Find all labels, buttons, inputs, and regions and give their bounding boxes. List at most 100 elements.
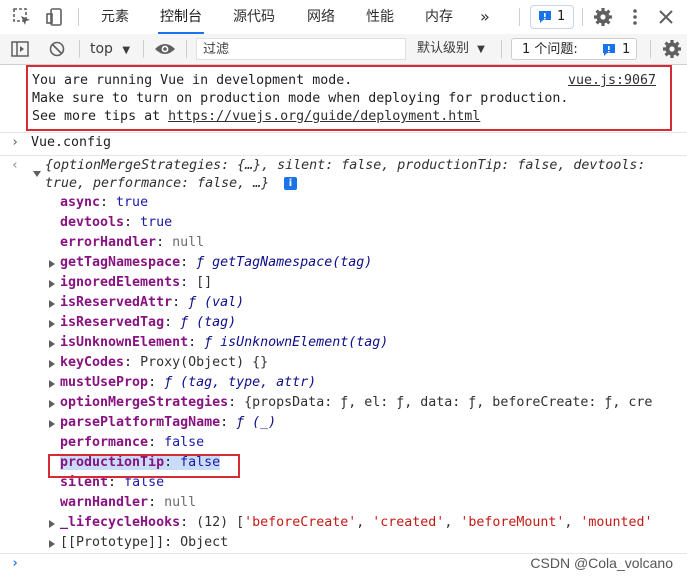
row-divider (0, 553, 687, 554)
log-level-dropdown[interactable]: 默认级别 ▼ (417, 38, 485, 60)
context-selector-label: top (90, 41, 113, 57)
message-source-link[interactable]: vue.js:9067 (568, 73, 656, 88)
expand-triangle-icon[interactable] (49, 260, 55, 268)
clear-console-icon[interactable] (49, 41, 65, 57)
property-row[interactable]: [[Prototype]]: Object (60, 535, 228, 550)
collapse-triangle-icon[interactable] (33, 171, 41, 177)
property-value: ƒ (tag) (180, 315, 237, 330)
expand-triangle-icon[interactable] (49, 420, 55, 428)
production-tip-highlight-box (48, 454, 240, 478)
tab-memory[interactable]: 内存 (425, 0, 453, 34)
property-row[interactable]: ignoredElements: [] (60, 275, 212, 290)
toolbar-divider (501, 40, 502, 58)
input-prompt-icon: › (11, 135, 20, 150)
issues-counter-count: 1 (622, 42, 631, 57)
context-selector[interactable]: top ▼ (90, 38, 130, 60)
toolbar-divider (519, 8, 520, 26)
console-settings-gear-icon[interactable] (662, 39, 682, 59)
property-separator: : (164, 315, 181, 330)
object-summary-line-2[interactable]: true, performance: false, …} (45, 176, 269, 191)
toolbar-divider (582, 8, 583, 26)
property-key: errorHandler (60, 235, 157, 250)
property-value: ƒ (val) (188, 295, 245, 310)
customize-menu-icon[interactable] (625, 7, 645, 27)
devtools-tab-bar: 元素 控制台 源代码 网络 性能 内存 » 1 (0, 0, 687, 35)
tab-sources[interactable]: 源代码 (233, 0, 275, 34)
property-key: isReservedTag (60, 315, 165, 330)
property-row[interactable]: isReservedTag: ƒ (tag) (60, 315, 236, 330)
property-separator: : (172, 295, 189, 310)
tab-elements[interactable]: 元素 (101, 0, 129, 34)
row-divider (0, 132, 687, 133)
property-separator: : (188, 335, 205, 350)
row-divider (0, 155, 687, 156)
expand-triangle-icon[interactable] (49, 380, 55, 388)
tab-network[interactable]: 网络 (307, 0, 335, 34)
property-row[interactable]: getTagNamespace: ƒ getTagNamespace(tag) (60, 255, 372, 270)
deployment-guide-link[interactable]: https://vuejs.org/guide/deployment.html (168, 109, 480, 124)
property-separator: : (124, 215, 141, 230)
console-toolbar: top ▼ 过滤 默认级别 ▼ 1 个问题: 1 (0, 34, 687, 65)
property-key: async (60, 195, 101, 210)
tab-performance[interactable]: 性能 (366, 0, 394, 34)
expand-triangle-icon[interactable] (49, 540, 55, 548)
property-row[interactable]: optionMergeStrategies: {propsData: ƒ, el… (60, 395, 652, 410)
expand-triangle-icon[interactable] (49, 400, 55, 408)
property-key: ignoredElements (60, 275, 181, 290)
property-row[interactable]: keyCodes: Proxy(Object) {} (60, 355, 268, 370)
filter-placeholder: 过滤 (203, 42, 230, 57)
property-key: keyCodes (60, 355, 125, 370)
property-separator: : (156, 235, 173, 250)
vue-dev-mode-message: You are running Vue in development mode.… (26, 65, 672, 131)
property-value: ƒ isUnknownElement(tag) (204, 335, 389, 350)
issues-counter-button[interactable]: 1 个问题: 1 (511, 38, 637, 60)
expand-triangle-icon[interactable] (49, 520, 55, 528)
more-tabs-button[interactable]: » (480, 0, 490, 34)
property-key: parsePlatformTagName (60, 415, 221, 430)
object-summary-line-1[interactable]: {optionMergeStrategies: {…}, silent: fal… (45, 158, 645, 173)
property-row[interactable]: isReservedAttr: ƒ (val) (60, 295, 244, 310)
property-value: true (116, 195, 149, 210)
property-value: ƒ (_) (236, 415, 277, 430)
property-row[interactable]: _lifecycleHooks: (12) ['beforeCreate', '… (60, 515, 652, 530)
property-separator: : (180, 255, 197, 270)
console-prompt-icon[interactable]: › (11, 556, 19, 571)
issues-badge[interactable]: 1 (530, 5, 574, 29)
tab-console[interactable]: 控制台 (158, 0, 204, 34)
show-sidebar-icon[interactable] (11, 41, 29, 57)
property-separator: : (124, 355, 141, 370)
info-icon[interactable]: i (284, 177, 297, 190)
live-expression-eye-icon[interactable] (154, 42, 176, 56)
expand-triangle-icon[interactable] (49, 280, 55, 288)
vue-message-line-3: See more tips at https://vuejs.org/guide… (32, 109, 480, 124)
property-separator: : (220, 415, 237, 430)
property-row: performance: false (60, 435, 204, 450)
property-value: ƒ getTagNamespace(tag) (196, 255, 373, 270)
property-value: ƒ (tag, type, attr) (164, 375, 317, 390)
property-row: async: true (60, 195, 148, 210)
vue-message-prefix: See more tips at (32, 109, 169, 124)
property-row[interactable]: mustUseProp: ƒ (tag, type, attr) (60, 375, 316, 390)
property-value: false (164, 435, 205, 450)
result-arrow-icon: ‹ (11, 158, 20, 173)
filter-input[interactable]: 过滤 (196, 38, 406, 60)
property-value: {propsData: ƒ, el: ƒ, data: ƒ, beforeCre… (244, 395, 653, 410)
inspect-element-icon[interactable] (12, 7, 32, 27)
property-row[interactable]: parsePlatformTagName: ƒ (_) (60, 415, 276, 430)
expand-triangle-icon[interactable] (49, 300, 55, 308)
expand-triangle-icon[interactable] (49, 340, 55, 348)
device-toolbar-icon[interactable] (45, 7, 65, 27)
vue-message-line-2: Make sure to turn on production mode whe… (32, 91, 569, 106)
property-key: performance (60, 435, 149, 450)
property-row[interactable]: isUnknownElement: ƒ isUnknownElement(tag… (60, 335, 388, 350)
property-separator: : (148, 435, 165, 450)
expand-triangle-icon[interactable] (49, 360, 55, 368)
message-icon (603, 44, 615, 56)
property-value: null (172, 235, 205, 250)
toolbar-divider (143, 40, 144, 58)
close-devtools-icon[interactable] (656, 7, 676, 27)
settings-gear-icon[interactable] (593, 7, 613, 27)
expand-triangle-icon[interactable] (49, 320, 55, 328)
property-value: null (164, 495, 197, 510)
vue-message-line-1: You are running Vue in development mode. (32, 73, 353, 88)
